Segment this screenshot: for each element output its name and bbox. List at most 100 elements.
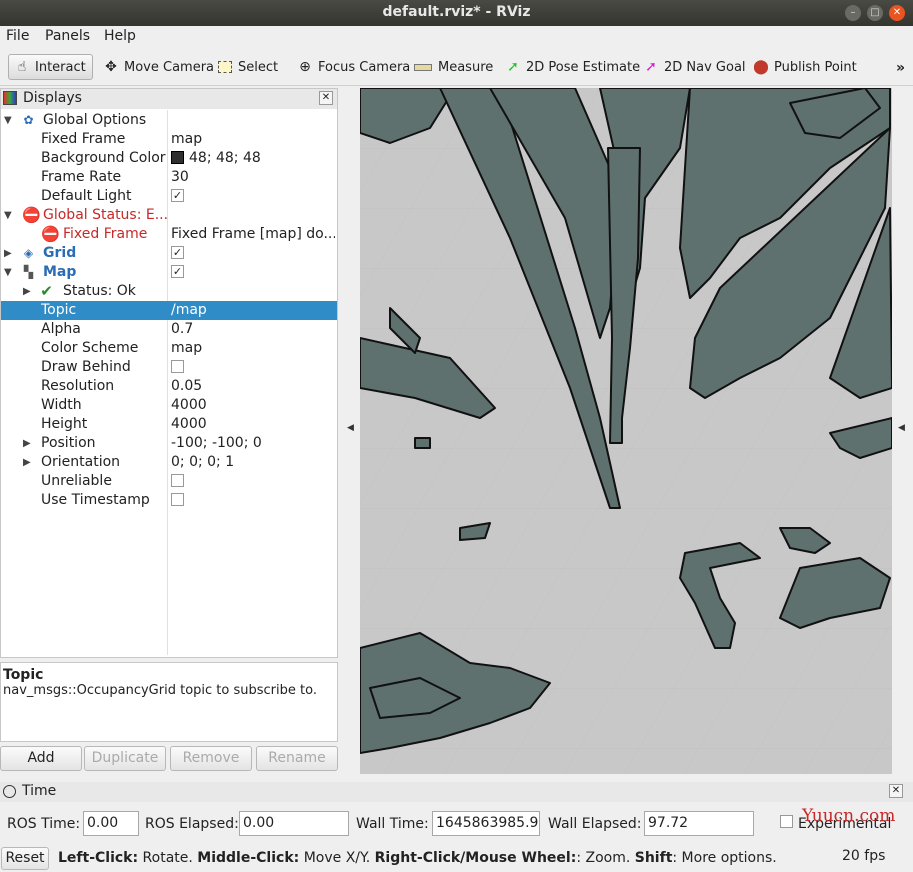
experimental-checkbox[interactable] [780, 815, 793, 828]
fps-readout: 20 fps [842, 848, 886, 864]
row-value: ✓ [171, 187, 335, 206]
menu-file[interactable]: File [6, 28, 29, 44]
row-value[interactable]: /map [171, 301, 335, 320]
tool-2d-pose-estimate[interactable]: ➚ 2D Pose Estimate [500, 54, 644, 80]
tree-row-background-color[interactable]: Background Color 48; 48; 48 [1, 149, 337, 168]
error-icon: ⛔ [22, 206, 41, 224]
reset-button[interactable]: Reset [1, 847, 49, 870]
checkbox[interactable] [171, 359, 184, 373]
tool-label: Focus Camera [318, 59, 411, 75]
wall-time-field[interactable]: 1645863985.99 [432, 811, 540, 836]
tool-move-camera[interactable]: ✥ Move Camera [98, 54, 218, 80]
tree-row-fixed-frame[interactable]: Fixed Frame map [1, 130, 337, 149]
tool-interact[interactable]: ☝ Interact [8, 54, 93, 80]
tree-row-default-light[interactable]: Default Light ✓ [1, 187, 337, 206]
add-button[interactable]: Add [0, 746, 82, 771]
checkbox[interactable]: ✓ [171, 188, 184, 202]
tree-row-color-scheme[interactable]: Color Scheme map [1, 339, 337, 358]
tree-row-status-ok[interactable]: ▶ ✔ Status: Ok [1, 282, 337, 301]
hint-key: Middle-Click: [197, 850, 300, 866]
expand-arrow-icon[interactable]: ▶ [23, 434, 31, 453]
menu-bar: File Panels Help [0, 26, 913, 48]
row-name: Unreliable [41, 473, 112, 489]
tree-row-frame-rate[interactable]: Frame Rate 30 [1, 168, 337, 187]
tool-label: Measure [438, 59, 494, 75]
green-arrow-icon: ➚ [507, 59, 519, 75]
row-value[interactable]: 0.7 [171, 320, 335, 339]
expand-arrow-icon[interactable]: ▼ [4, 206, 12, 225]
duplicate-button[interactable]: Duplicate [84, 746, 166, 771]
row-name: Fixed Frame [63, 226, 148, 242]
row-value[interactable]: -100; -100; 0 [171, 434, 335, 453]
row-value[interactable]: 4000 [171, 415, 335, 434]
tree-row-map[interactable]: ▼ ▚ Map ✓ [1, 263, 337, 282]
tree-row-position[interactable]: ▶ Position -100; -100; 0 [1, 434, 337, 453]
tree-row-draw-behind[interactable]: Draw Behind [1, 358, 337, 377]
wall-elapsed-field[interactable]: 97.72 [644, 811, 754, 836]
expand-arrow-icon[interactable]: ▶ [23, 453, 31, 472]
tree-row-width[interactable]: Width 4000 [1, 396, 337, 415]
row-value[interactable]: map [171, 339, 335, 358]
checkbox[interactable] [171, 473, 184, 487]
collapse-right-icon[interactable]: ◀ [898, 423, 905, 433]
row-value [171, 472, 335, 491]
tree-row-orientation[interactable]: ▶ Orientation 0; 0; 0; 1 [1, 453, 337, 472]
tree-row-global-status[interactable]: ▼ ⛔ Global Status: E... [1, 206, 337, 225]
tree-row-topic[interactable]: Topic /map [1, 301, 337, 320]
tool-select[interactable]: Select [214, 54, 282, 80]
tool-label: Move Camera [124, 59, 215, 75]
row-name: Use Timestamp [41, 492, 150, 508]
row-value[interactable]: 4000 [171, 396, 335, 415]
row-name: Background Color [41, 150, 166, 166]
close-icon[interactable]: ✕ [889, 5, 905, 21]
row-value[interactable]: 0; 0; 0; 1 [171, 453, 335, 472]
row-value[interactable]: 0.05 [171, 377, 335, 396]
tree-row-fixed-frame-error[interactable]: ⛔ Fixed Frame Fixed Frame [map] do... [1, 225, 337, 244]
expand-arrow-icon[interactable]: ▼ [4, 111, 12, 130]
wall-elapsed-label: Wall Elapsed: [548, 816, 642, 832]
right-splitter[interactable]: ◀ [892, 88, 913, 774]
tree-row-unreliable[interactable]: Unreliable [1, 472, 337, 491]
toolbar-overflow-icon[interactable]: » [896, 60, 905, 76]
minimize-icon[interactable]: – [845, 5, 861, 21]
ros-time-label: ROS Time: [7, 816, 81, 832]
tree-row-alpha[interactable]: Alpha 0.7 [1, 320, 337, 339]
expand-arrow-icon[interactable]: ▶ [23, 282, 31, 301]
time-panel-header: Time ✕ [0, 782, 913, 802]
tool-publish-point[interactable]: ⬤ Publish Point [748, 54, 861, 80]
display-tree: ▼ ✿ Global Options Fixed Frame map Backg… [1, 110, 337, 655]
close-icon[interactable]: ✕ [319, 91, 333, 105]
tree-row-resolution[interactable]: Resolution 0.05 [1, 377, 337, 396]
tree-row-global-options[interactable]: ▼ ✿ Global Options [1, 111, 337, 130]
checkbox[interactable] [171, 492, 184, 506]
tree-row-use-timestamp[interactable]: Use Timestamp [1, 491, 337, 510]
tool-focus-camera[interactable]: ⊕ Focus Camera [292, 54, 414, 80]
row-name: Width [41, 397, 82, 413]
hint-text: Rotate. [138, 850, 198, 866]
remove-button[interactable]: Remove [170, 746, 252, 771]
checkbox[interactable]: ✓ [171, 245, 184, 259]
expand-arrow-icon[interactable]: ▼ [4, 263, 12, 282]
clock-icon [3, 785, 16, 798]
rename-button[interactable]: Rename [256, 746, 338, 771]
occupancy-map [360, 88, 892, 774]
checkbox[interactable]: ✓ [171, 264, 184, 278]
tree-row-height[interactable]: Height 4000 [1, 415, 337, 434]
ros-elapsed-field[interactable]: 0.00 [239, 811, 349, 836]
row-value[interactable]: 48; 48; 48 [171, 149, 335, 168]
3d-viewport[interactable] [360, 88, 892, 774]
tool-measure[interactable]: Measure [410, 54, 497, 80]
expand-arrow-icon[interactable]: ▶ [4, 244, 12, 263]
menu-panels[interactable]: Panels [45, 28, 90, 44]
close-icon[interactable]: ✕ [889, 784, 903, 798]
maximize-icon[interactable]: □ [867, 5, 883, 21]
row-value[interactable]: map [171, 130, 335, 149]
collapse-left-icon[interactable]: ◀ [347, 423, 354, 433]
row-value[interactable]: 30 [171, 168, 335, 187]
menu-help[interactable]: Help [104, 28, 136, 44]
left-splitter[interactable]: ◀ [340, 88, 360, 774]
tool-2d-nav-goal[interactable]: ➚ 2D Nav Goal [638, 54, 750, 80]
ros-time-field[interactable]: 0.00 [83, 811, 139, 836]
tree-row-grid[interactable]: ▶ ◈ Grid ✓ [1, 244, 337, 263]
time-title: Time [22, 783, 57, 799]
